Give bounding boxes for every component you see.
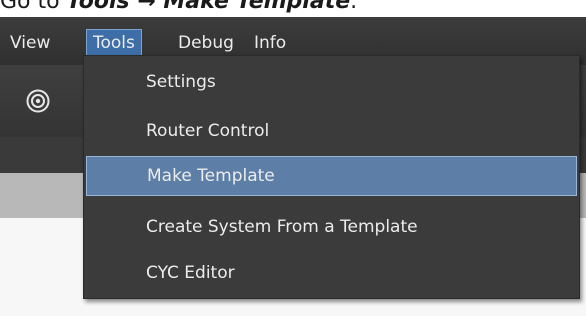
menu-debug[interactable]: Debug	[172, 29, 240, 57]
menu-view[interactable]: View	[4, 29, 56, 57]
caption-suffix: .	[350, 0, 358, 14]
menu-info[interactable]: Info	[248, 29, 292, 57]
target-icon[interactable]	[26, 89, 50, 113]
menu-item-create-system-from-template[interactable]: Create System From a Template	[84, 207, 579, 247]
instruction-caption: Go to Tools → Make Template.	[0, 0, 357, 15]
menu-item-settings[interactable]: Settings	[84, 62, 579, 102]
menu-item-cyc-editor[interactable]: CYC Editor	[84, 253, 579, 293]
menu-tools[interactable]: Tools	[86, 29, 142, 57]
menu-item-router-control[interactable]: Router Control	[84, 111, 579, 151]
caption-prefix: Go to	[0, 0, 67, 14]
caption-emphasis: Tools → Make Template	[66, 0, 351, 14]
tools-dropdown-menu: Settings Router Control Make Template Cr…	[83, 55, 580, 299]
application-window: View Tools Debug Info Settings Router Co…	[0, 17, 586, 316]
menu-item-make-template[interactable]: Make Template	[86, 156, 577, 196]
